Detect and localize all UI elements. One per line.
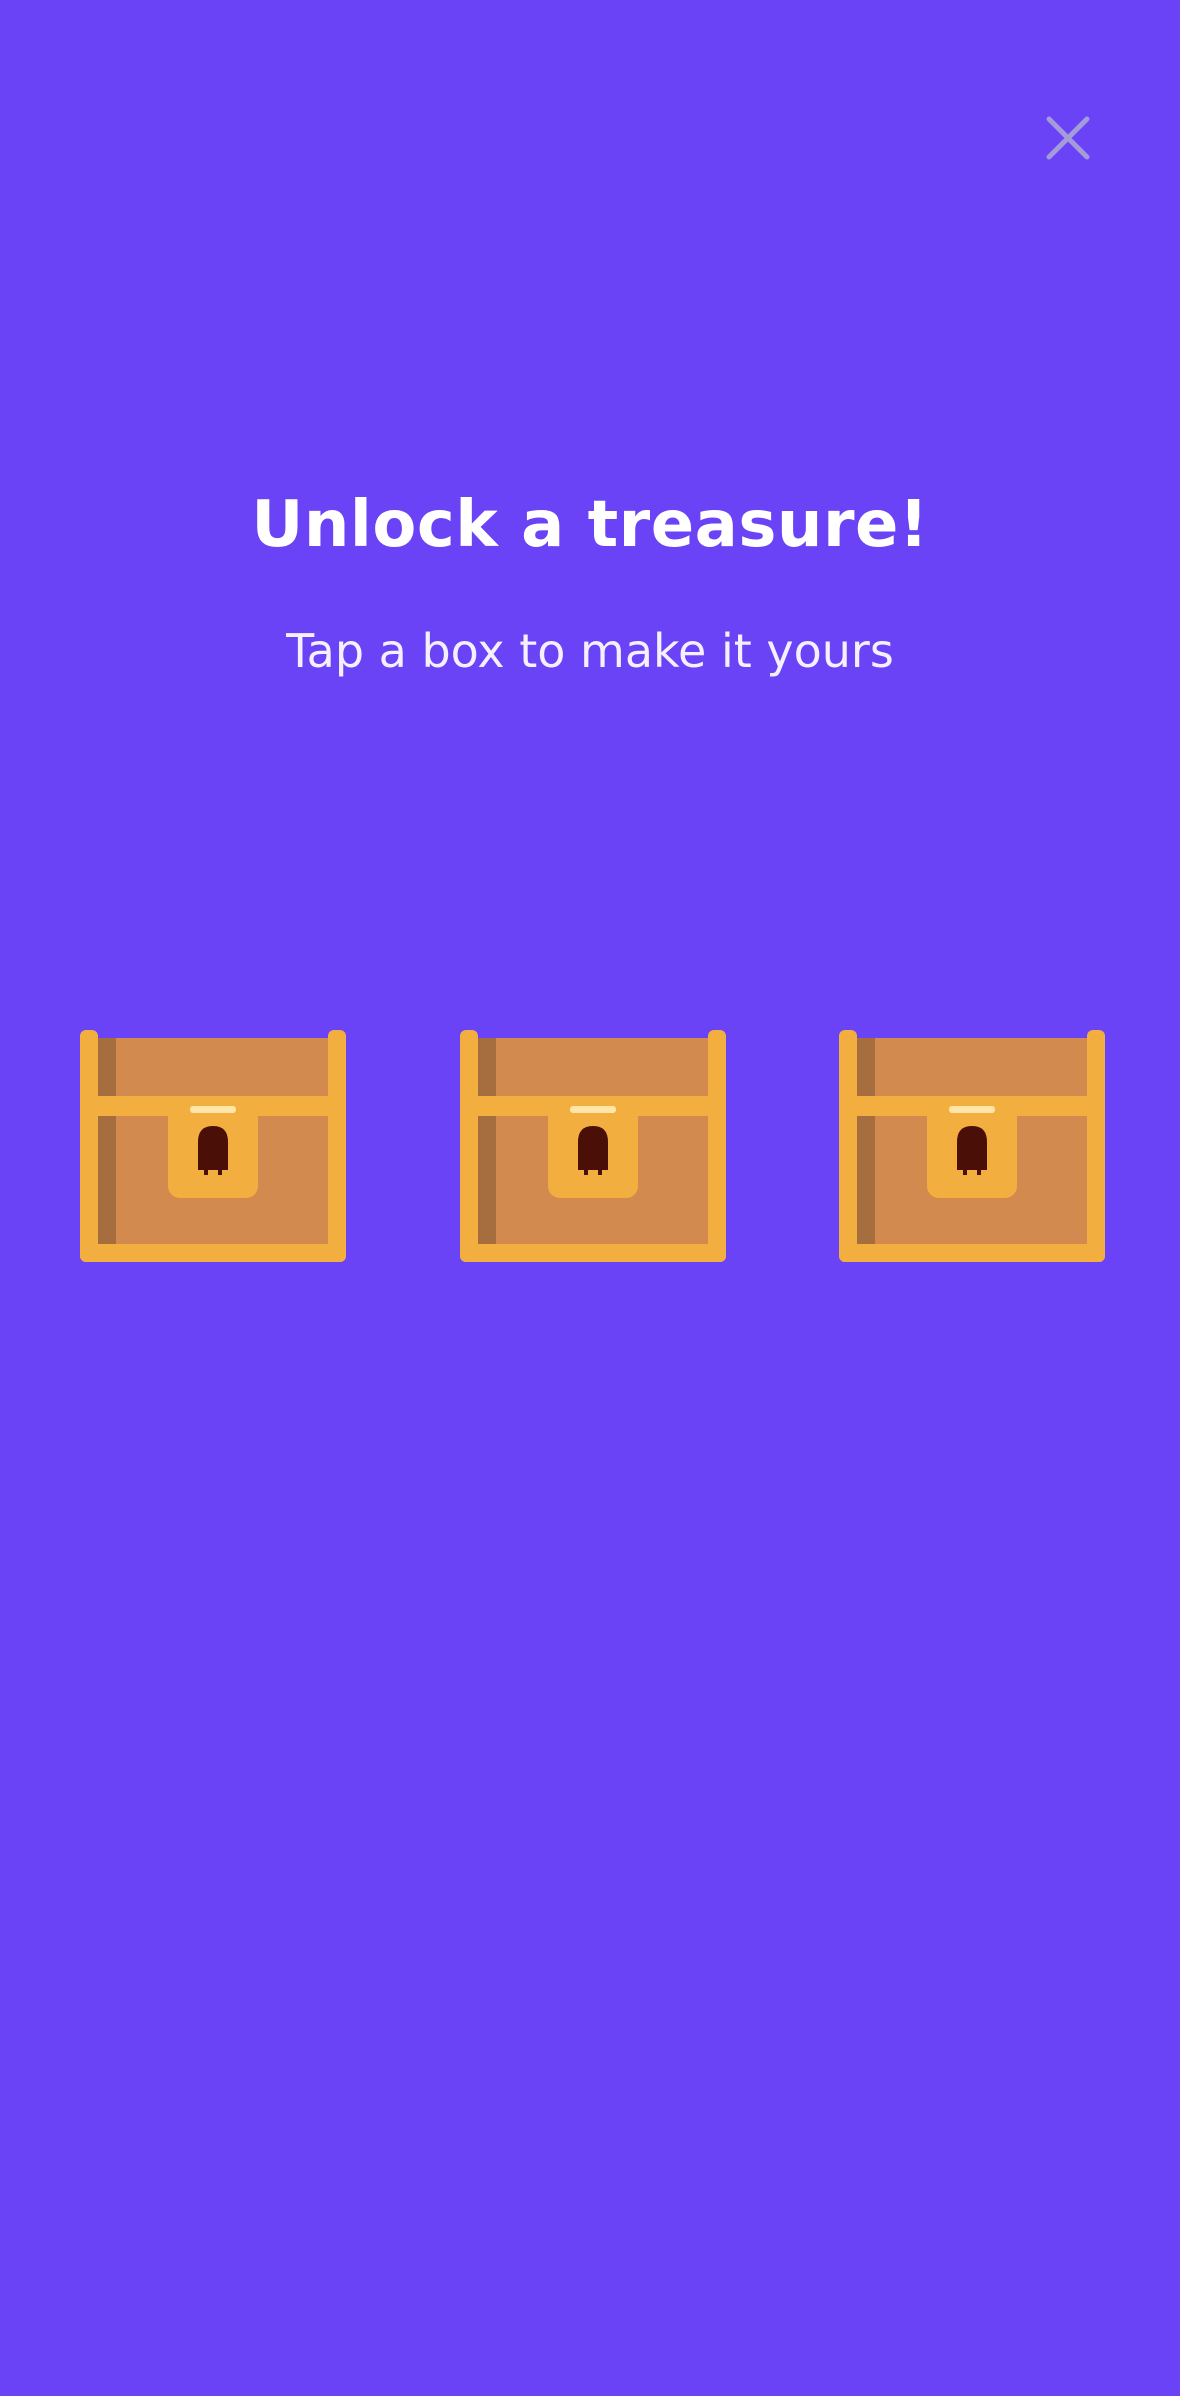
close-button[interactable] xyxy=(1028,98,1108,178)
treasure-chest-icon xyxy=(839,1030,1105,1262)
treasure-chest-3[interactable] xyxy=(839,1030,1105,1266)
close-icon xyxy=(1046,116,1090,160)
page-title: Unlock a treasure! xyxy=(251,488,929,562)
chest-row xyxy=(0,1030,1180,1266)
treasure-chest-icon xyxy=(460,1030,726,1262)
treasure-chest-2[interactable] xyxy=(460,1030,726,1266)
treasure-chest-1[interactable] xyxy=(80,1030,346,1266)
page-subtitle: Tap a box to make it yours xyxy=(286,624,894,678)
treasure-chest-icon xyxy=(80,1030,346,1262)
